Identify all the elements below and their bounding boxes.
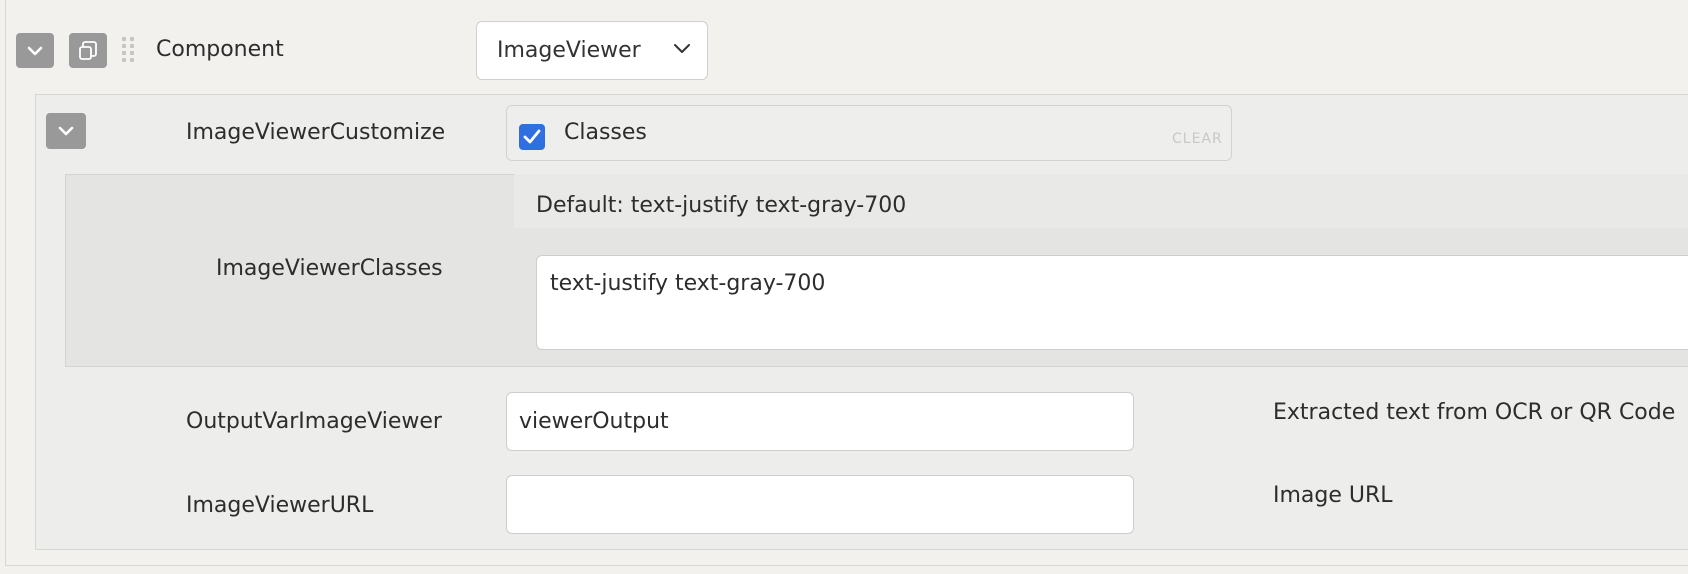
chevron-down-icon bbox=[27, 46, 43, 55]
output-var-help: Extracted text from OCR or QR Code bbox=[1273, 400, 1676, 425]
classes-label: ImageViewerClasses bbox=[216, 256, 443, 281]
classes-checkbox-label: Classes bbox=[564, 120, 647, 145]
output-var-input[interactable]: viewerOutput bbox=[506, 392, 1134, 451]
customize-label: ImageViewerCustomize bbox=[186, 120, 446, 145]
checkmark-icon bbox=[523, 129, 541, 144]
chevron-down-icon bbox=[674, 44, 690, 53]
component-select[interactable]: ImageViewer bbox=[476, 21, 708, 80]
url-label: ImageViewerURL bbox=[186, 493, 374, 518]
collapse-component-button[interactable] bbox=[16, 33, 54, 68]
chevron-down-icon bbox=[58, 126, 74, 136]
collapse-customize-button[interactable] bbox=[46, 113, 86, 149]
output-var-label: OutputVarImageViewer bbox=[186, 409, 442, 434]
classes-default-text: Default: text-justify text-gray-700 bbox=[536, 193, 907, 218]
classes-textarea[interactable]: text-justify text-gray-700 bbox=[536, 255, 1688, 350]
component-select-value: ImageViewer bbox=[497, 38, 641, 63]
clear-button[interactable]: CLEAR bbox=[1172, 131, 1223, 147]
classes-textarea-value: text-justify text-gray-700 bbox=[550, 271, 826, 296]
copy-icon bbox=[79, 40, 97, 60]
drag-handle-icon[interactable] bbox=[122, 37, 134, 65]
url-input[interactable] bbox=[506, 475, 1134, 534]
url-help: Image URL bbox=[1273, 483, 1393, 508]
classes-checkbox[interactable] bbox=[519, 124, 545, 150]
duplicate-component-button[interactable] bbox=[69, 33, 107, 68]
component-label: Component bbox=[156, 37, 284, 62]
output-var-value: viewerOutput bbox=[519, 409, 669, 434]
